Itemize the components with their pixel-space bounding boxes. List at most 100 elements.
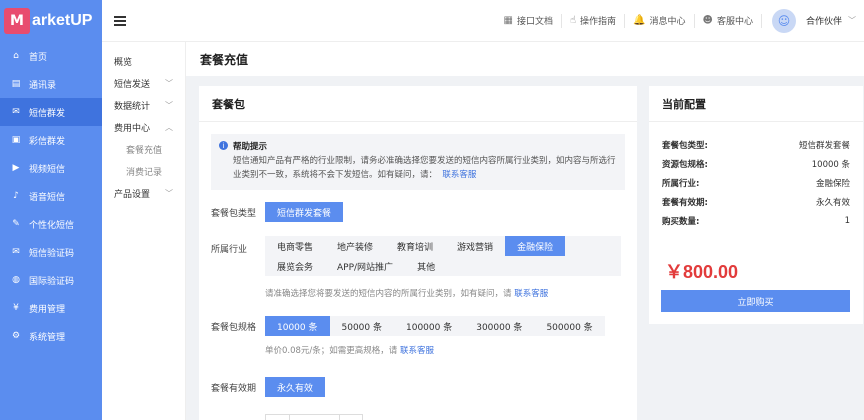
- fee-icon: ¥: [13, 303, 19, 313]
- spec-label: 套餐包规格: [211, 322, 257, 333]
- chevron-icon: ﹀: [165, 78, 173, 88]
- industry-option[interactable]: APP/网站推广: [325, 256, 405, 276]
- config-value: 1: [844, 215, 850, 226]
- config-key: 套餐包类型:: [662, 140, 708, 151]
- sidebar-item-8[interactable]: ◍ 国际验证码: [0, 266, 102, 294]
- spec-option[interactable]: 10000 条: [265, 316, 330, 336]
- sidebar-item-0[interactable]: ⌂ 首页: [0, 42, 102, 70]
- industry-option[interactable]: 游戏营销: [445, 236, 505, 256]
- sidebar-item-label: 首页: [29, 52, 48, 63]
- config-row: 所属行业: 金融保险: [649, 173, 863, 192]
- sms-group-icon: ✉: [12, 107, 20, 117]
- config-key: 购买数量:: [662, 216, 700, 227]
- package-card: 套餐包 i 帮助提示 短信通知产品有严格的行业限制，请务必准确选择您要发送的短信…: [199, 86, 637, 420]
- page-title: 套餐充值: [200, 52, 249, 67]
- industry-option[interactable]: 金融保险: [505, 236, 566, 256]
- submenu-item-product-settings[interactable]: 产品设置 ﹀: [102, 182, 185, 204]
- validity-label: 套餐有效期: [211, 383, 257, 394]
- config-key: 套餐有效期:: [662, 197, 708, 208]
- industry-options: 电商零售 地产装修 教育培训 游戏营销 金融保险展览会务 APP/网站推广 其他: [265, 236, 621, 276]
- sidebar-item-5[interactable]: ♪ 语音短信: [0, 182, 102, 210]
- industry-hint: 请准确选择您将要发送的短信内容的所属行业类别，如有疑问，请 联系客服: [265, 287, 548, 299]
- voice-icon: ♪: [13, 191, 19, 201]
- personal-sms-icon: ✎: [12, 219, 20, 229]
- logo-text: arketUP: [32, 12, 93, 29]
- sidebar-item-9[interactable]: ¥ 费用管理: [0, 294, 102, 322]
- package-card-title: 套餐包: [199, 86, 637, 122]
- spec-row: 套餐包规格 10000 条 50000 条 100000 条 300000 条 5000…: [211, 316, 605, 336]
- support-icon: ☻: [702, 15, 713, 26]
- spec-contact-link[interactable]: 联系客服: [400, 346, 434, 356]
- type-row: 套餐包类型 短信群发套餐: [211, 202, 344, 222]
- submenu-item-3[interactable]: 费用中心 ︿: [102, 116, 185, 138]
- video-icon: ▶: [12, 163, 20, 173]
- price: ￥800.00: [665, 262, 739, 282]
- submenu-item-label: 短信发送: [114, 79, 151, 90]
- sidebar-item-6[interactable]: ✎ 个性化短信: [0, 210, 102, 238]
- menu-toggle-icon[interactable]: [114, 14, 126, 28]
- submenu-item-2[interactable]: 数据统计 ﹀: [102, 94, 185, 116]
- spec-option[interactable]: 100000 条: [394, 316, 464, 336]
- top-link-2[interactable]: 🔔 消息中心: [625, 13, 695, 28]
- industry-option[interactable]: 展览会务: [265, 256, 325, 276]
- top-link-0[interactable]: ▦ 接口文档: [495, 13, 562, 28]
- spec-hint-text: 单价0.08元/条；如需更高规格，请: [265, 346, 398, 356]
- api-doc-icon: ▦: [503, 15, 513, 26]
- chevron-icon: ︿: [165, 122, 173, 132]
- industry-option[interactable]: 电商零售: [265, 236, 325, 256]
- config-key: 所属行业:: [662, 178, 700, 189]
- user-name: 合作伙伴: [805, 17, 842, 27]
- sidebar-item-7[interactable]: ✉ 短信验证码: [0, 238, 102, 266]
- sidebar: M arketUP ⌂ 首页 ▤ 通讯录 ✉ 短信群发 ▣ 彩信群发 ▶ 视频短信 ♪ 语音短信 ✎ 个性…: [0, 0, 102, 420]
- logo[interactable]: M arketUP: [0, 0, 102, 42]
- guide-icon: ☝: [569, 15, 577, 26]
- sidebar-item-label: 语音短信: [29, 192, 66, 203]
- validity-option[interactable]: 永久有效: [265, 377, 326, 397]
- sidebar-item-label: 通讯录: [29, 80, 57, 91]
- config-row: 套餐有效期: 永久有效: [649, 192, 863, 211]
- top-link-label: 接口文档: [516, 17, 553, 27]
- industry-option[interactable]: 教育培训: [385, 236, 445, 256]
- topbar: ▦ 接口文档 ☝ 操作指南 🔔 消息中心 ☻ 客服中心 ☺ 合作伙伴 ﹀: [102, 0, 864, 42]
- spec-option[interactable]: 500000 条: [534, 316, 604, 336]
- user-menu[interactable]: ☺ 合作伙伴 ﹀: [762, 8, 864, 33]
- settings-icon: ⚙: [11, 331, 21, 341]
- sidebar-item-2[interactable]: ✉ 短信群发: [0, 98, 102, 126]
- spec-option[interactable]: 300000 条: [464, 316, 534, 336]
- sidebar-item-label: 短信群发: [29, 108, 66, 119]
- config-value: 10000 条: [811, 159, 850, 170]
- submenu-item-0[interactable]: 概览: [102, 50, 185, 72]
- verify-code-icon: ✉: [12, 247, 20, 257]
- mms-icon: ▣: [11, 135, 21, 145]
- buy-now-button[interactable]: 立即购买: [661, 290, 850, 312]
- spec-options: 10000 条 50000 条 100000 条 300000 条 500000 条: [265, 316, 605, 336]
- spec-hint: 单价0.08元/条；如需更高规格，请 联系客服: [265, 344, 434, 356]
- type-option[interactable]: 短信群发套餐: [265, 202, 344, 222]
- quantity-stepper[interactable]: [265, 414, 363, 420]
- submenu-child-0[interactable]: 套餐充值: [102, 138, 185, 160]
- config-key: 资源包规格:: [662, 159, 708, 170]
- submenu-child-1[interactable]: 消费记录: [102, 160, 185, 182]
- help-contact-link[interactable]: 联系客服: [442, 170, 476, 180]
- industry-option[interactable]: 其他: [405, 256, 447, 276]
- sidebar-item-label: 费用管理: [29, 304, 66, 315]
- sidebar-item-3[interactable]: ▣ 彩信群发: [0, 126, 102, 154]
- industry-option[interactable]: 地产装修: [325, 236, 385, 256]
- config-card-title: 当前配置: [649, 86, 863, 122]
- sidebar-item-label: 系统管理: [29, 332, 66, 343]
- spec-option[interactable]: 50000 条: [330, 316, 395, 336]
- config-row: 套餐包类型: 短信群发套餐: [649, 135, 863, 154]
- sidebar-item-1[interactable]: ▤ 通讯录: [0, 70, 102, 98]
- submenu-item-label: 数据统计: [114, 101, 151, 112]
- sidebar-item-10[interactable]: ⚙ 系统管理: [0, 322, 102, 350]
- config-value: 金融保险: [815, 178, 850, 189]
- sidebar-item-4[interactable]: ▶ 视频短信: [0, 154, 102, 182]
- help-text-body: 短信通知产品有严格的行业限制，请务必准确选择您要发送的短信内容所属行业类别，如内…: [233, 156, 616, 180]
- industry-contact-link[interactable]: 联系客服: [514, 289, 548, 299]
- submenu-item-1[interactable]: 短信发送 ﹀: [102, 72, 185, 94]
- top-link-1[interactable]: ☝ 操作指南: [562, 13, 626, 28]
- top-link-3[interactable]: ☻ 客服中心: [695, 13, 762, 28]
- secondary-menu: 概览 短信发送 ﹀ 数据统计 ﹀ 费用中心 ︿ 套餐充值 消费记录 产品设置 ﹀: [102, 42, 186, 420]
- submenu-item-label: 概览: [114, 57, 133, 68]
- chevron-down-icon: ﹀: [848, 16, 856, 25]
